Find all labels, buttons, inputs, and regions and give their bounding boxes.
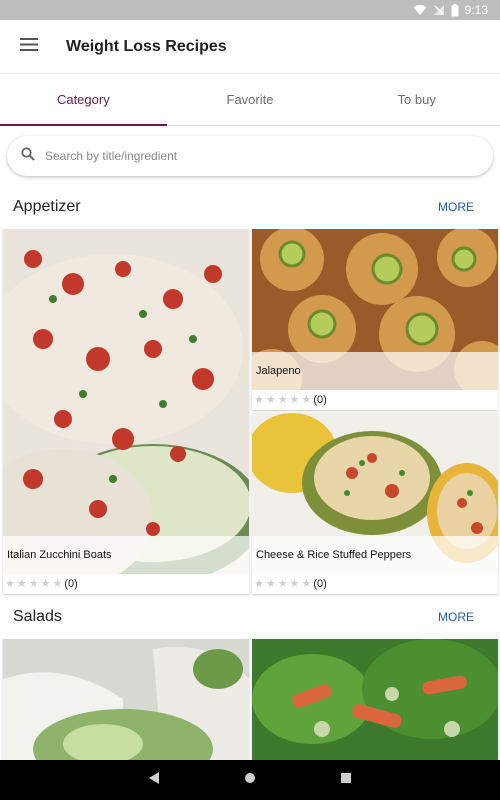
wifi-icon [413, 4, 427, 16]
section-title-salads: Salads [13, 608, 62, 625]
recents-square-icon [341, 773, 351, 783]
back-button[interactable] [148, 771, 160, 790]
status-bar: 9:13 [0, 0, 500, 20]
recipe-caption-band: Cheese & Rice Stuffed Peppers [252, 536, 498, 574]
tab-favorite[interactable]: Favorite [167, 74, 334, 125]
recipe-photo-salad-1 [3, 639, 249, 769]
recipe-rating: ★ ★ ★ ★ ★ (0) [254, 576, 327, 592]
tab-category[interactable]: Category [0, 74, 167, 126]
signal-off-icon [433, 4, 445, 16]
system-nav-bar [0, 760, 500, 800]
recipe-card-stuffed-peppers[interactable]: Cheese & Rice Stuffed Peppers ★ ★ ★ ★ ★ … [252, 413, 498, 594]
star-icon: ★ [16, 577, 27, 590]
recipe-card-jalapeno[interactable]: Jalapeno ★ ★ ★ ★ ★ (0) [252, 229, 498, 410]
star-icon: ★ [301, 577, 312, 590]
recipe-title: Cheese & Rice Stuffed Peppers [256, 549, 412, 561]
star-icon: ★ [289, 577, 300, 590]
recipe-card-salad-2[interactable] [252, 639, 498, 769]
search-input[interactable] [45, 149, 445, 163]
rating-count: (0) [313, 578, 327, 590]
rating-stars: ★ ★ ★ ★ ★ [5, 577, 63, 590]
recipe-card-salad-1[interactable] [3, 639, 249, 769]
star-icon: ★ [301, 393, 312, 406]
status-time: 9:13 [464, 3, 488, 17]
recipe-caption-band: Jalapeno [252, 352, 498, 390]
recipe-caption-band: Italian Zucchini Boats [3, 536, 249, 574]
app-bar: Weight Loss Recipes [0, 20, 500, 74]
appetizer-section-header: Appetizer MORE [0, 192, 500, 222]
recipe-title: Jalapeno [256, 365, 301, 377]
star-icon: ★ [265, 577, 276, 590]
recipe-card-italian-zucchini-boats[interactable]: Italian Zucchini Boats ★ ★ ★ ★ ★ (0) [3, 229, 249, 594]
search-bar[interactable] [7, 136, 493, 176]
search-icon [21, 146, 35, 166]
star-icon: ★ [254, 393, 264, 406]
star-icon: ★ [254, 577, 264, 590]
star-icon: ★ [5, 577, 15, 590]
home-circle-icon [245, 773, 255, 783]
salads-more-button[interactable]: MORE [438, 610, 474, 624]
rating-stars: ★ ★ ★ ★ ★ [254, 393, 312, 406]
star-icon: ★ [28, 577, 39, 590]
tab-bar: Category Favorite To buy [0, 74, 500, 126]
app-title: Weight Loss Recipes [66, 37, 227, 55]
rating-count: (0) [64, 578, 78, 590]
star-icon: ★ [40, 577, 51, 590]
recipe-rating: ★ ★ ★ ★ ★ (0) [254, 392, 327, 408]
battery-icon [451, 3, 459, 17]
recipe-photo-salad-2 [252, 639, 498, 769]
rating-count: (0) [313, 394, 327, 406]
star-icon: ★ [289, 393, 300, 406]
appetizer-more-button[interactable]: MORE [438, 200, 474, 214]
star-icon: ★ [52, 577, 63, 590]
home-button[interactable] [244, 771, 256, 789]
back-triangle-icon [149, 771, 159, 784]
recipe-title: Italian Zucchini Boats [7, 549, 112, 561]
tab-to-buy[interactable]: To buy [333, 74, 500, 125]
star-icon: ★ [277, 393, 288, 406]
star-icon: ★ [265, 393, 276, 406]
recents-button[interactable] [340, 771, 352, 789]
star-icon: ★ [277, 577, 288, 590]
rating-stars: ★ ★ ★ ★ ★ [254, 577, 312, 590]
recipe-photo-zucchini-boats [3, 229, 249, 574]
menu-button[interactable] [0, 20, 58, 74]
salads-section-header: Salads MORE [0, 602, 500, 632]
hamburger-menu-icon [20, 37, 38, 56]
section-title-appetizer: Appetizer [13, 198, 81, 215]
recipe-rating: ★ ★ ★ ★ ★ (0) [5, 576, 78, 592]
